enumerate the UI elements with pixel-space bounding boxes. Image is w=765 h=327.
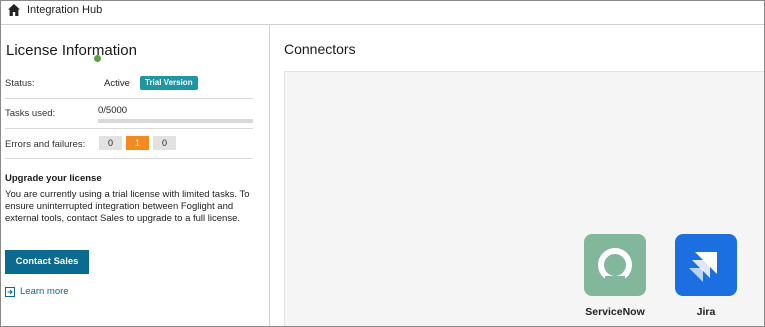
status-value: Active <box>104 78 130 89</box>
divider <box>5 98 253 99</box>
warnings-count-box: 0 <box>153 136 176 150</box>
connectors-area: ServiceNow Jira <box>284 71 764 326</box>
learn-more-link[interactable]: Learn more <box>20 286 69 297</box>
home-icon[interactable] <box>7 3 21 17</box>
top-bar: Integration Hub <box>1 1 764 25</box>
upgrade-title: Upgrade your license <box>5 173 102 184</box>
license-title: License Information <box>6 42 137 59</box>
connectors-panel: Connectors ServiceNow Jira <box>271 25 764 326</box>
connectors-title: Connectors <box>284 41 356 57</box>
servicenow-icon <box>598 248 632 282</box>
tasks-progress-bar <box>98 119 253 123</box>
connector-label: ServiceNow <box>585 306 645 318</box>
jira-icon <box>689 252 717 282</box>
connector-servicenow[interactable]: ServiceNow <box>575 234 655 318</box>
errors-count-box: 0 <box>99 136 122 150</box>
jira-tile[interactable] <box>675 234 737 296</box>
divider <box>5 128 253 129</box>
connector-label: Jira <box>696 306 716 318</box>
tasks-label: Tasks used: <box>5 108 56 119</box>
connector-jira[interactable]: Jira <box>666 234 746 318</box>
servicenow-tile[interactable] <box>584 234 646 296</box>
tasks-value: 0/5000 <box>98 105 128 116</box>
failures-count-box: 1 <box>126 136 149 150</box>
status-dot-icon <box>94 55 101 62</box>
divider <box>5 158 253 159</box>
contact-sales-button[interactable]: Contact Sales <box>5 250 89 274</box>
external-link-icon[interactable] <box>5 287 15 297</box>
trial-version-badge: Trial Version <box>140 76 198 90</box>
app-title: Integration Hub <box>27 4 103 16</box>
upgrade-text: You are currently using a trial license … <box>5 189 250 224</box>
